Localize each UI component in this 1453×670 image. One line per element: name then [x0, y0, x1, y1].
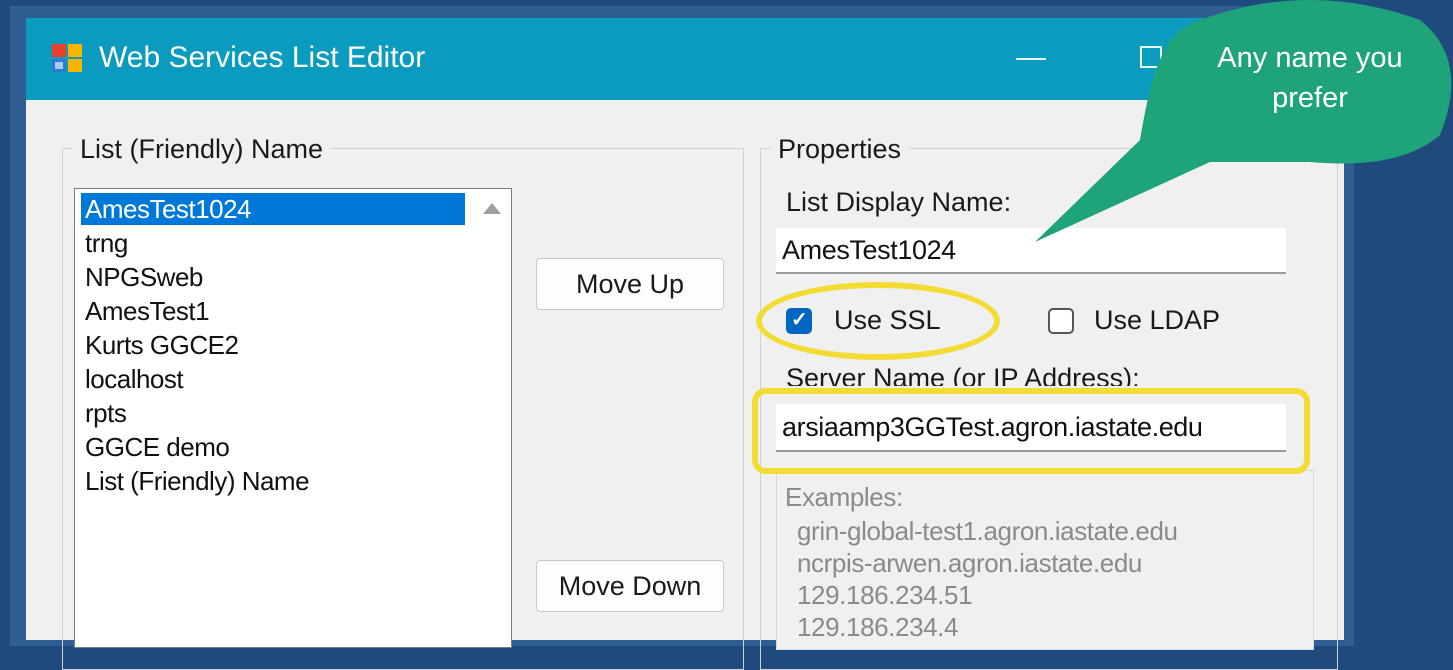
callout-line-2: prefer	[1272, 82, 1348, 114]
callout-text: Any name you prefer	[1180, 38, 1440, 118]
callout-line-1: Any name you	[1217, 42, 1403, 74]
